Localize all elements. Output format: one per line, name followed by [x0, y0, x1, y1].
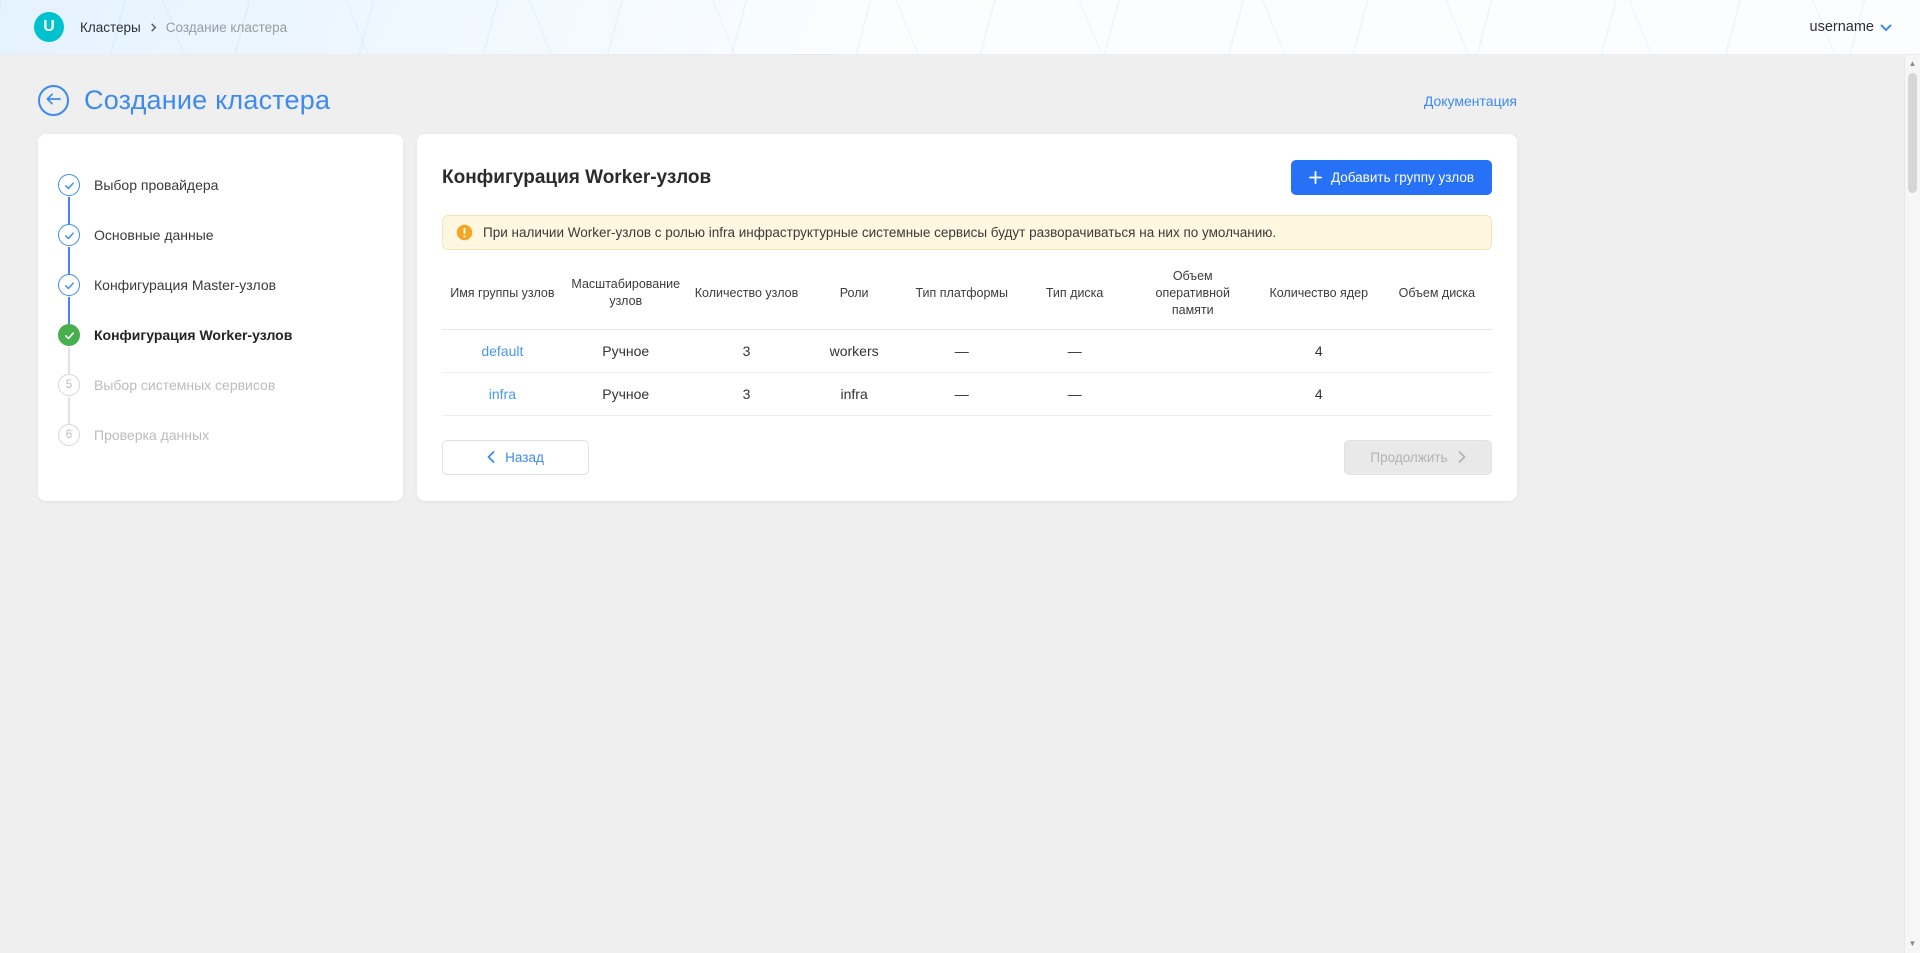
documentation-link[interactable]: Документация: [1424, 93, 1517, 109]
scroll-up-arrow-icon[interactable]: ▲: [1905, 57, 1920, 71]
column-header: Тип платформы: [904, 258, 1020, 329]
username-label: username: [1810, 19, 1874, 35]
check-icon: [58, 224, 80, 246]
node-group-link[interactable]: default: [481, 343, 523, 359]
stepper-step-data-review: 6 Проверка данных: [58, 410, 383, 460]
table-cell: [1382, 372, 1492, 415]
stepper-step-master-config[interactable]: Конфигурация Master-узлов: [58, 260, 383, 310]
breadcrumb-current: Создание кластера: [166, 20, 287, 35]
stepper-step-basic-data[interactable]: Основные данные: [58, 210, 383, 260]
arrow-left-icon: [46, 93, 61, 108]
table-cell: Ручное: [563, 372, 689, 415]
step-label: Основные данные: [94, 227, 214, 243]
table-cell: [1130, 372, 1256, 415]
warning-icon: [456, 224, 473, 241]
table-cell: 3: [689, 372, 805, 415]
plus-icon: [1309, 171, 1322, 184]
table-cell: [1130, 329, 1256, 372]
table-cell: Ручное: [563, 329, 689, 372]
continue-label: Продолжить: [1370, 450, 1447, 465]
node-group-link[interactable]: infra: [489, 386, 516, 402]
table-row: default Ручное 3 workers — — 4: [442, 329, 1492, 372]
table-row: infra Ручное 3 infra — — 4: [442, 372, 1492, 415]
scrollbar-thumb[interactable]: [1908, 73, 1917, 193]
scroll-down-arrow-icon[interactable]: ▼: [1905, 937, 1920, 951]
check-icon: [58, 274, 80, 296]
table-cell: infra: [442, 372, 563, 415]
stepper-step-provider[interactable]: Выбор провайдера: [58, 160, 383, 210]
column-header: Масштабирование узлов: [563, 258, 689, 329]
table-cell: 3: [689, 329, 805, 372]
scrollbar[interactable]: ▲ ▼: [1904, 55, 1920, 953]
page-title: Создание кластера: [84, 85, 330, 116]
table-cell: —: [1020, 329, 1130, 372]
table-cell: 4: [1256, 372, 1382, 415]
section-heading: Конфигурация Worker-узлов: [442, 167, 711, 189]
table-header-row: Имя группы узлов Масштабирование узлов К…: [442, 258, 1492, 329]
back-button[interactable]: [38, 85, 69, 116]
column-header: Количество узлов: [689, 258, 805, 329]
top-header: U Кластеры Создание кластера username: [0, 0, 1920, 55]
node-groups-table: Имя группы узлов Масштабирование узлов К…: [442, 258, 1492, 416]
chevron-left-icon: [487, 451, 495, 463]
step-label: Конфигурация Master-узлов: [94, 277, 276, 293]
app-logo[interactable]: U: [34, 12, 64, 42]
add-node-group-label: Добавить группу узлов: [1331, 170, 1474, 185]
column-header: Объем оперативной памяти: [1130, 258, 1256, 329]
column-header: Количество ядер: [1256, 258, 1382, 329]
nazad-label: Назад: [505, 450, 544, 465]
breadcrumb-clusters[interactable]: Кластеры: [80, 20, 141, 35]
worker-config-panel: Конфигурация Worker-узлов Добавить групп…: [417, 134, 1517, 501]
continue-button[interactable]: Продолжить: [1344, 440, 1492, 475]
table-cell: default: [442, 329, 563, 372]
check-icon: [58, 174, 80, 196]
info-banner-text: При наличии Worker-узлов с ролью infra и…: [483, 225, 1276, 240]
breadcrumb-chevron-icon: [149, 23, 158, 32]
table-cell: —: [1020, 372, 1130, 415]
stepper-step-system-services: 5 Выбор системных сервисов: [58, 360, 383, 410]
table-cell: workers: [804, 329, 904, 372]
nazad-button[interactable]: Назад: [442, 440, 589, 475]
stepper-step-worker-config[interactable]: Конфигурация Worker-узлов: [58, 310, 383, 360]
page-head: Создание кластера Документация: [38, 85, 1517, 116]
add-node-group-button[interactable]: Добавить группу узлов: [1291, 160, 1492, 195]
column-header: Тип диска: [1020, 258, 1130, 329]
breadcrumb: Кластеры Создание кластера: [80, 20, 287, 35]
column-header: Объем диска: [1382, 258, 1492, 329]
info-banner: При наличии Worker-узлов с ролью infra и…: [442, 215, 1492, 250]
chevron-down-icon: [1880, 22, 1892, 32]
chevron-right-icon: [1458, 451, 1466, 463]
stepper-sidebar: Выбор провайдера Основные данные Конфигу…: [38, 134, 403, 501]
table-cell: [1382, 329, 1492, 372]
step-label: Проверка данных: [94, 427, 209, 443]
step-label: Выбор провайдера: [94, 177, 218, 193]
step-label: Конфигурация Worker-узлов: [94, 327, 292, 343]
logo-glyph-icon: U: [43, 19, 55, 35]
table-cell: infra: [804, 372, 904, 415]
check-icon: [58, 324, 80, 346]
step-number: 6: [58, 424, 80, 446]
table-cell: —: [904, 372, 1020, 415]
step-number: 5: [58, 374, 80, 396]
column-header: Роли: [804, 258, 904, 329]
user-menu[interactable]: username: [1810, 19, 1892, 35]
step-label: Выбор системных сервисов: [94, 377, 275, 393]
column-header: Имя группы узлов: [442, 258, 563, 329]
table-cell: —: [904, 329, 1020, 372]
table-cell: 4: [1256, 329, 1382, 372]
